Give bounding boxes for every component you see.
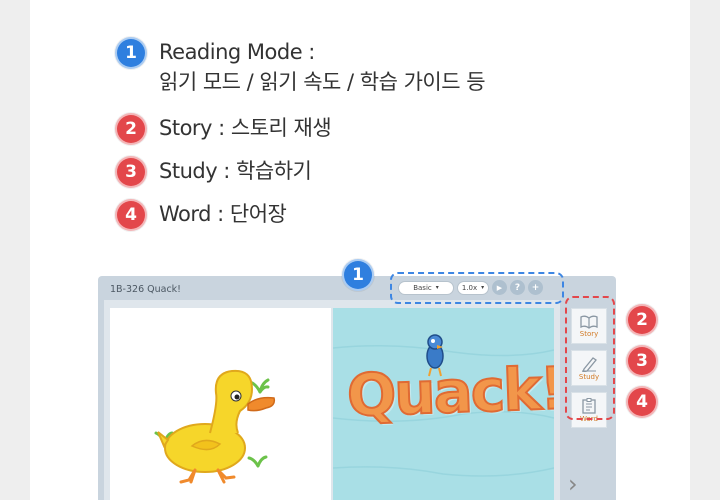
book-spread: Quack! [104,300,560,500]
number-badge-4: 4 [115,199,147,231]
legend-item-story: 2 Story : 스토리 재생 [115,113,332,145]
legend-item-word: 4 Word : 단어장 [115,199,287,231]
ebook-viewer: 1B-326 Quack! Basic ▾ 1.0x ▾ ▶ ? + Quack… [98,276,616,500]
number-badge-2: 2 [115,113,147,145]
book-cover-title: Quack! [345,353,554,431]
number-badge-1: 1 [115,37,147,69]
next-page-arrow[interactable]: › [568,470,578,498]
callout-badge-3: 3 [626,345,658,377]
legend-item-study: 3 Study : 학습하기 [115,156,312,188]
side-menu-highlight [565,296,615,420]
legend-title: Word : 단어장 [159,202,287,226]
legend-desc: 읽기 모드 / 읽기 속도 / 학습 가이드 등 [159,70,486,94]
legend-title: Study : 학습하기 [159,159,312,183]
book-title-bar: 1B-326 Quack! [110,284,181,295]
legend-title: Reading Mode : [159,40,315,64]
number-badge-3: 3 [115,156,147,188]
left-page[interactable] [110,308,331,500]
legend-item-reading-mode: 1 Reading Mode : 읽기 모드 / 읽기 속도 / 학습 가이드 … [115,37,486,97]
right-page[interactable]: Quack! [333,308,554,500]
callout-badge-1: 1 [342,259,374,291]
reading-mode-highlight [390,272,564,304]
legend-title: Story : 스토리 재생 [159,116,332,140]
callout-badge-4: 4 [626,386,658,418]
duck-illustration [154,369,276,484]
callout-badge-2: 2 [626,304,658,336]
